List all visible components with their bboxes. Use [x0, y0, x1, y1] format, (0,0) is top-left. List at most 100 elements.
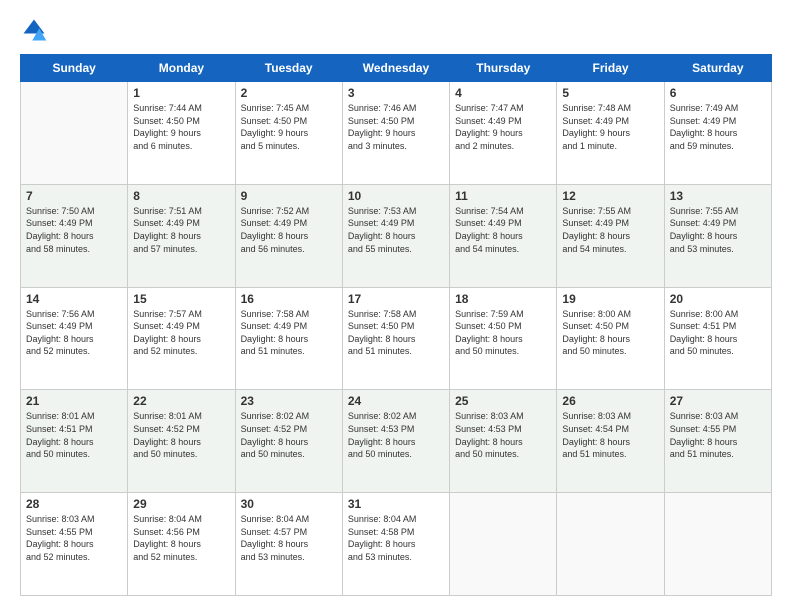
day-number: 14 — [26, 292, 122, 306]
cell-content: Sunrise: 8:00 AM Sunset: 4:51 PM Dayligh… — [670, 308, 766, 358]
calendar-cell: 12 Sunrise: 7:55 AM Sunset: 4:49 PM Dayli… — [557, 184, 664, 287]
day-number: 17 — [348, 292, 444, 306]
cell-content: Sunrise: 8:02 AM Sunset: 4:52 PM Dayligh… — [241, 410, 337, 460]
day-number: 31 — [348, 497, 444, 511]
calendar-cell: 23 Sunrise: 8:02 AM Sunset: 4:52 PM Dayli… — [235, 390, 342, 493]
day-number: 22 — [133, 394, 229, 408]
cell-content: Sunrise: 8:03 AM Sunset: 4:53 PM Dayligh… — [455, 410, 551, 460]
day-number: 26 — [562, 394, 658, 408]
cell-content: Sunrise: 8:01 AM Sunset: 4:52 PM Dayligh… — [133, 410, 229, 460]
calendar-row: 21 Sunrise: 8:01 AM Sunset: 4:51 PM Dayli… — [21, 390, 772, 493]
calendar-cell: 7 Sunrise: 7:50 AM Sunset: 4:49 PM Daylig… — [21, 184, 128, 287]
weekday-header: Monday — [128, 55, 235, 82]
calendar-cell: 20Sunrise: 8:00 AM Sunset: 4:51 PM Dayli… — [664, 287, 771, 390]
cell-content: Sunrise: 7:44 AM Sunset: 4:50 PM Dayligh… — [133, 102, 229, 152]
calendar-cell: 2 Sunrise: 7:45 AM Sunset: 4:50 PM Daylig… — [235, 82, 342, 185]
cell-content: Sunrise: 7:47 AM Sunset: 4:49 PM Dayligh… — [455, 102, 551, 152]
calendar-cell: 5 Sunrise: 7:48 AM Sunset: 4:49 PM Daylig… — [557, 82, 664, 185]
calendar-cell: 3 Sunrise: 7:46 AM Sunset: 4:50 PM Daylig… — [342, 82, 449, 185]
cell-content: Sunrise: 7:48 AM Sunset: 4:49 PM Dayligh… — [562, 102, 658, 152]
calendar-cell: 6 Sunrise: 7:49 AM Sunset: 4:49 PM Daylig… — [664, 82, 771, 185]
calendar-cell: 14 Sunrise: 7:56 AM Sunset: 4:49 PM Dayli… — [21, 287, 128, 390]
calendar-cell: 28Sunrise: 8:03 AM Sunset: 4:55 PM Dayli… — [21, 493, 128, 596]
weekday-header: Wednesday — [342, 55, 449, 82]
day-number: 8 — [133, 189, 229, 203]
cell-content: Sunrise: 7:45 AM Sunset: 4:50 PM Dayligh… — [241, 102, 337, 152]
cell-content: Sunrise: 7:55 AM Sunset: 4:49 PM Dayligh… — [562, 205, 658, 255]
day-number: 10 — [348, 189, 444, 203]
cell-content: Sunrise: 8:03 AM Sunset: 4:55 PM Dayligh… — [26, 513, 122, 563]
day-number: 23 — [241, 394, 337, 408]
logo — [20, 16, 52, 44]
calendar-row: 28Sunrise: 8:03 AM Sunset: 4:55 PM Dayli… — [21, 493, 772, 596]
cell-content: Sunrise: 8:04 AM Sunset: 4:58 PM Dayligh… — [348, 513, 444, 563]
weekday-header: Tuesday — [235, 55, 342, 82]
calendar-cell: 10 Sunrise: 7:53 AM Sunset: 4:49 PM Dayli… — [342, 184, 449, 287]
calendar-cell: 25 Sunrise: 8:03 AM Sunset: 4:53 PM Dayli… — [450, 390, 557, 493]
day-number: 7 — [26, 189, 122, 203]
day-number: 9 — [241, 189, 337, 203]
calendar-cell: 31 Sunrise: 8:04 AM Sunset: 4:58 PM Dayli… — [342, 493, 449, 596]
calendar-cell: 16Sunrise: 7:58 AM Sunset: 4:49 PM Dayli… — [235, 287, 342, 390]
calendar-cell: 19Sunrise: 8:00 AM Sunset: 4:50 PM Dayli… — [557, 287, 664, 390]
day-number: 5 — [562, 86, 658, 100]
day-number: 13 — [670, 189, 766, 203]
calendar-cell: 18Sunrise: 7:59 AM Sunset: 4:50 PM Dayli… — [450, 287, 557, 390]
day-number: 21 — [26, 394, 122, 408]
cell-content: Sunrise: 7:56 AM Sunset: 4:49 PM Dayligh… — [26, 308, 122, 358]
day-number: 12 — [562, 189, 658, 203]
cell-content: Sunrise: 8:02 AM Sunset: 4:53 PM Dayligh… — [348, 410, 444, 460]
cell-content: Sunrise: 7:55 AM Sunset: 4:49 PM Dayligh… — [670, 205, 766, 255]
calendar-cell — [664, 493, 771, 596]
calendar: SundayMondayTuesdayWednesdayThursdayFrid… — [20, 54, 772, 596]
cell-content: Sunrise: 7:57 AM Sunset: 4:49 PM Dayligh… — [133, 308, 229, 358]
cell-content: Sunrise: 7:50 AM Sunset: 4:49 PM Dayligh… — [26, 205, 122, 255]
cell-content: Sunrise: 8:03 AM Sunset: 4:54 PM Dayligh… — [562, 410, 658, 460]
calendar-row: 14 Sunrise: 7:56 AM Sunset: 4:49 PM Dayli… — [21, 287, 772, 390]
weekday-header: Thursday — [450, 55, 557, 82]
cell-content: Sunrise: 7:54 AM Sunset: 4:49 PM Dayligh… — [455, 205, 551, 255]
cell-content: Sunrise: 7:52 AM Sunset: 4:49 PM Dayligh… — [241, 205, 337, 255]
page: SundayMondayTuesdayWednesdayThursdayFrid… — [0, 0, 792, 612]
calendar-cell: 4Sunrise: 7:47 AM Sunset: 4:49 PM Daylig… — [450, 82, 557, 185]
calendar-cell: 9 Sunrise: 7:52 AM Sunset: 4:49 PM Daylig… — [235, 184, 342, 287]
day-number: 25 — [455, 394, 551, 408]
cell-content: Sunrise: 7:58 AM Sunset: 4:49 PM Dayligh… — [241, 308, 337, 358]
cell-content: Sunrise: 8:01 AM Sunset: 4:51 PM Dayligh… — [26, 410, 122, 460]
weekday-header: Sunday — [21, 55, 128, 82]
calendar-cell: 13 Sunrise: 7:55 AM Sunset: 4:49 PM Dayli… — [664, 184, 771, 287]
calendar-cell: 8 Sunrise: 7:51 AM Sunset: 4:49 PM Daylig… — [128, 184, 235, 287]
day-number: 29 — [133, 497, 229, 511]
calendar-cell: 22 Sunrise: 8:01 AM Sunset: 4:52 PM Dayli… — [128, 390, 235, 493]
cell-content: Sunrise: 7:49 AM Sunset: 4:49 PM Dayligh… — [670, 102, 766, 152]
calendar-cell — [557, 493, 664, 596]
day-number: 3 — [348, 86, 444, 100]
calendar-cell: 15 Sunrise: 7:57 AM Sunset: 4:49 PM Dayli… — [128, 287, 235, 390]
calendar-cell: 21 Sunrise: 8:01 AM Sunset: 4:51 PM Dayli… — [21, 390, 128, 493]
cell-content: Sunrise: 7:53 AM Sunset: 4:49 PM Dayligh… — [348, 205, 444, 255]
day-number: 27 — [670, 394, 766, 408]
cell-content: Sunrise: 7:51 AM Sunset: 4:49 PM Dayligh… — [133, 205, 229, 255]
day-number: 15 — [133, 292, 229, 306]
calendar-cell: 29 Sunrise: 8:04 AM Sunset: 4:56 PM Dayli… — [128, 493, 235, 596]
weekday-header: Saturday — [664, 55, 771, 82]
calendar-cell: 30Sunrise: 8:04 AM Sunset: 4:57 PM Dayli… — [235, 493, 342, 596]
cell-content: Sunrise: 7:46 AM Sunset: 4:50 PM Dayligh… — [348, 102, 444, 152]
calendar-cell: 1Sunrise: 7:44 AM Sunset: 4:50 PM Daylig… — [128, 82, 235, 185]
calendar-row: 7 Sunrise: 7:50 AM Sunset: 4:49 PM Daylig… — [21, 184, 772, 287]
logo-icon — [20, 16, 48, 44]
weekday-header: Friday — [557, 55, 664, 82]
day-number: 24 — [348, 394, 444, 408]
calendar-cell: 27 Sunrise: 8:03 AM Sunset: 4:55 PM Dayli… — [664, 390, 771, 493]
cell-content: Sunrise: 8:04 AM Sunset: 4:57 PM Dayligh… — [241, 513, 337, 563]
calendar-cell — [21, 82, 128, 185]
header-row: SundayMondayTuesdayWednesdayThursdayFrid… — [21, 55, 772, 82]
day-number: 6 — [670, 86, 766, 100]
cell-content: Sunrise: 8:04 AM Sunset: 4:56 PM Dayligh… — [133, 513, 229, 563]
cell-content: Sunrise: 7:58 AM Sunset: 4:50 PM Dayligh… — [348, 308, 444, 358]
calendar-cell: 11Sunrise: 7:54 AM Sunset: 4:49 PM Dayli… — [450, 184, 557, 287]
day-number: 2 — [241, 86, 337, 100]
day-number: 18 — [455, 292, 551, 306]
cell-content: Sunrise: 8:03 AM Sunset: 4:55 PM Dayligh… — [670, 410, 766, 460]
calendar-cell — [450, 493, 557, 596]
